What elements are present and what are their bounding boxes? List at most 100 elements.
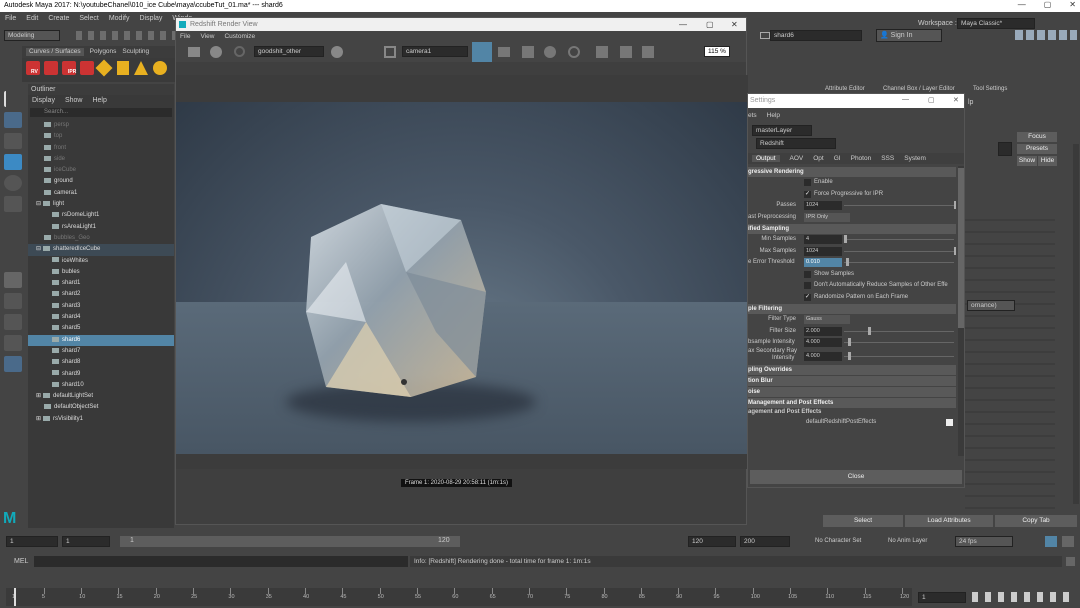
playback-controls[interactable] <box>972 592 1072 602</box>
tab-system[interactable]: System <box>904 155 926 162</box>
auto-key-icon[interactable] <box>1045 536 1057 547</box>
menu-file[interactable]: File <box>5 15 16 23</box>
move-tool-icon[interactable] <box>3 154 22 170</box>
outliner-item[interactable]: shard1 <box>28 278 174 289</box>
outliner-item[interactable]: iceCube <box>28 165 174 176</box>
outliner-item[interactable]: ⊟ shatteredIceCube <box>28 244 174 256</box>
end-time-field[interactable]: 200 <box>740 536 790 547</box>
tab-gi[interactable]: GI <box>834 155 841 162</box>
layout-single-icon[interactable] <box>3 293 22 309</box>
layout-four-icon[interactable] <box>3 314 22 330</box>
expand-icon[interactable]: ⊟ <box>36 246 41 252</box>
redshift-volume-icon[interactable] <box>153 61 167 75</box>
stop-icon[interactable] <box>331 46 343 58</box>
redshift-texture-icon[interactable] <box>117 61 129 75</box>
character-set-label[interactable]: No Character Set <box>815 538 861 544</box>
outliner-item[interactable]: rsDomeLight1 <box>28 210 174 221</box>
passes-slider[interactable] <box>844 201 956 209</box>
section-motion-blur[interactable]: tion Blur <box>748 375 956 386</box>
copy-tab-button[interactable]: Copy Tab <box>995 515 1077 527</box>
select-tool-icon[interactable] <box>3 91 22 107</box>
playback-end-field[interactable]: 120 <box>688 536 736 547</box>
rv-menu-customize[interactable]: Customize <box>224 33 255 40</box>
tab-attribute-editor[interactable]: Attribute Editor <box>825 86 865 92</box>
tab-tool-settings[interactable]: Tool Settings <box>973 86 1007 92</box>
attr-swatch[interactable] <box>998 142 1012 156</box>
maximize-icon[interactable]: ▢ <box>928 96 935 104</box>
tab-photon[interactable]: Photon <box>851 155 872 162</box>
outliner-item[interactable]: defaultObjectSet <box>28 402 174 413</box>
outliner-item[interactable]: shard6 <box>28 334 174 346</box>
minimize-icon[interactable]: — <box>679 20 687 29</box>
tab-sss[interactable]: SSS <box>881 155 894 162</box>
snap-icon[interactable] <box>3 272 22 288</box>
outliner-item[interactable]: bubbles_Geo <box>28 233 174 244</box>
max-samples-slider[interactable] <box>844 246 956 255</box>
ball-icon[interactable] <box>544 46 556 58</box>
sign-in-button[interactable]: 👤 Sign In <box>876 29 942 42</box>
playback-start-field[interactable]: 1 <box>62 536 110 547</box>
shelf-tab-1[interactable]: Polygons <box>90 48 117 56</box>
section-progressive[interactable]: gressive Rendering <box>748 167 956 177</box>
outliner-item[interactable]: shard7 <box>28 346 174 357</box>
subsample-field[interactable]: 4.000 <box>804 338 842 347</box>
outliner-item[interactable]: ⊞ defaultLightSet <box>28 391 174 402</box>
layout-two-icon[interactable] <box>3 335 22 351</box>
exposure-icon[interactable] <box>568 46 580 58</box>
outliner-item[interactable]: shard8 <box>28 357 174 368</box>
lasso-tool-icon[interactable] <box>3 112 22 128</box>
subsample-slider[interactable] <box>844 338 954 346</box>
passes-field[interactable]: 1024 <box>804 201 842 210</box>
outliner-item[interactable]: bubles <box>28 267 174 278</box>
refresh-icon[interactable] <box>234 46 245 57</box>
focus-button[interactable]: Focus <box>1017 132 1057 142</box>
outliner-search-input[interactable]: Search... <box>30 108 172 117</box>
load-attributes-button[interactable]: Load Attributes <box>905 515 993 527</box>
outliner-item[interactable]: shard10 <box>28 380 174 391</box>
maximize-icon[interactable]: ▢ <box>1044 0 1052 9</box>
render-viewport[interactable] <box>176 75 748 469</box>
grid-icon[interactable] <box>522 46 534 58</box>
filter-size-field[interactable]: 2.000 <box>804 326 842 336</box>
menu-help[interactable]: Help <box>767 112 780 119</box>
section-unified-sampling[interactable]: ified Sampling <box>748 224 956 234</box>
redshift-material-icon[interactable] <box>95 59 113 77</box>
menu-edit[interactable]: Edit <box>26 15 38 23</box>
outliner-item[interactable]: front <box>28 143 174 154</box>
section-filtering[interactable]: ple Filtering <box>748 304 956 314</box>
close-icon[interactable]: ✕ <box>731 20 738 29</box>
preferences-icon[interactable] <box>1062 536 1074 547</box>
section-post-management[interactable]: Management and Post Effects <box>748 397 956 408</box>
status-line-icons[interactable] <box>76 31 176 40</box>
range-slider[interactable]: 1 120 <box>120 536 460 547</box>
render-play-icon[interactable] <box>210 46 222 58</box>
rotate-tool-icon[interactable] <box>3 175 22 191</box>
select-button[interactable]: Select <box>823 515 903 527</box>
close-icon[interactable]: ✕ <box>953 96 959 104</box>
workspace-dropdown[interactable]: Maya Classic* <box>957 18 1035 29</box>
section-noise[interactable]: oise <box>748 386 956 397</box>
randomize-checkbox[interactable]: ✓ <box>804 293 811 301</box>
close-button[interactable]: Close <box>750 470 962 484</box>
redshift-cube-icon[interactable] <box>44 61 58 75</box>
settings-scrollbar[interactable] <box>958 166 964 456</box>
expand-icon[interactable]: ⊞ <box>36 416 41 422</box>
anim-layer-label[interactable]: No Anim Layer <box>888 538 927 544</box>
render-layer-dropdown[interactable]: masterLayer <box>752 125 812 136</box>
outliner-item[interactable]: shard2 <box>28 289 174 300</box>
save-icon[interactable] <box>596 46 608 58</box>
outliner-item[interactable]: shard5 <box>28 323 174 334</box>
expand-icon[interactable]: ⊞ <box>36 393 41 399</box>
max-secondary-slider[interactable] <box>844 351 954 360</box>
outliner-menu-show[interactable]: Show <box>65 97 83 104</box>
tab-channel-box[interactable]: Channel Box / Layer Editor <box>883 86 955 92</box>
redshift-proxy-icon[interactable] <box>134 61 148 75</box>
layout-outliner-icon[interactable] <box>3 356 22 372</box>
menu-set-dropdown[interactable]: Modeling <box>4 30 60 41</box>
tab-output[interactable]: Output <box>752 155 780 162</box>
command-input[interactable] <box>34 556 408 567</box>
paint-select-icon[interactable] <box>3 133 22 149</box>
hide-button[interactable]: Hide <box>1038 156 1057 166</box>
dont-reduce-checkbox[interactable] <box>804 282 811 289</box>
camera-dropdown[interactable]: camera1 <box>402 46 468 57</box>
